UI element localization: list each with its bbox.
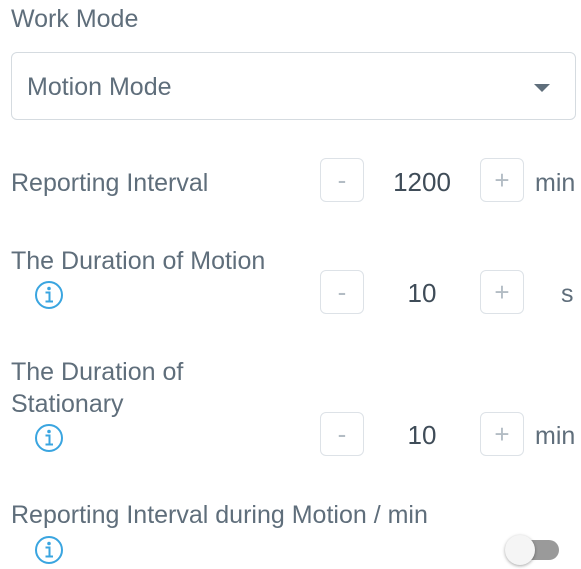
duration-motion-label: The Duration of Motion — [11, 247, 266, 275]
duration-stationary-unit: min — [535, 422, 576, 450]
info-icon[interactable] — [34, 423, 64, 453]
info-icon[interactable] — [34, 535, 64, 565]
duration-stationary-decrement-button[interactable]: - — [320, 412, 364, 456]
duration-stationary-value[interactable]: 10 — [367, 420, 477, 450]
info-icon[interactable] — [34, 280, 64, 310]
work-mode-select[interactable]: Motion Mode — [11, 52, 576, 120]
reporting-interval-label: Reporting Interval — [11, 169, 209, 197]
reporting-interval-unit: min — [535, 169, 576, 197]
duration-motion-decrement-button[interactable]: - — [320, 270, 364, 314]
duration-stationary-label-line1: The Duration of — [11, 358, 184, 386]
toggle-knob[interactable] — [505, 535, 535, 565]
work-mode-label: Work Mode — [11, 5, 139, 33]
duration-motion-increment-button[interactable]: + — [480, 270, 524, 314]
reporting-interval-increment-button[interactable]: + — [480, 158, 524, 202]
work-mode-selected-value: Motion Mode — [27, 73, 172, 101]
chevron-down-icon — [534, 84, 550, 92]
duration-motion-unit: s — [561, 280, 574, 308]
duration-stationary-increment-button[interactable]: + — [480, 412, 524, 456]
duration-motion-value[interactable]: 10 — [367, 278, 477, 308]
reporting-interval-motion-label: Reporting Interval during Motion / min — [11, 501, 428, 529]
duration-stationary-label-line2: Stationary — [11, 390, 124, 418]
reporting-interval-value[interactable]: 1200 — [367, 167, 477, 197]
reporting-interval-decrement-button[interactable]: - — [320, 158, 364, 202]
